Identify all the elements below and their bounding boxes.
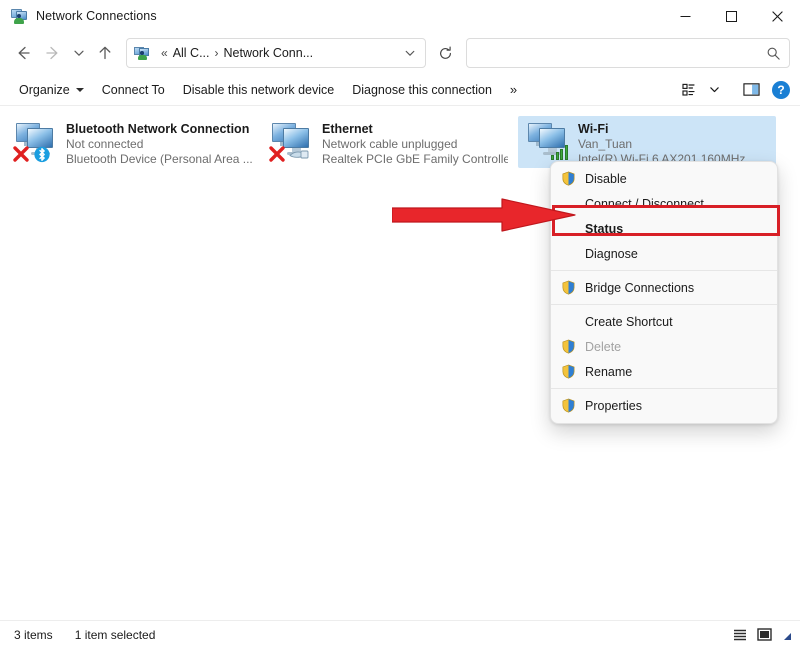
wifi-signal-icon xyxy=(551,144,569,160)
network-connections-icon xyxy=(10,7,28,25)
organize-label: Organize xyxy=(19,82,70,97)
chevron-down-icon xyxy=(75,87,84,92)
network-adapter-icon xyxy=(12,120,60,164)
menu-separator xyxy=(551,388,777,389)
menu-item-label: Diagnose xyxy=(585,246,638,261)
menu-item-delete: Delete xyxy=(551,334,777,359)
menu-separator xyxy=(551,270,777,271)
command-bar: Organize Connect To Disable this network… xyxy=(0,74,800,106)
maximize-button[interactable] xyxy=(708,0,754,32)
disconnected-x-icon xyxy=(268,145,286,163)
minimize-button[interactable] xyxy=(662,0,708,32)
menu-separator xyxy=(551,304,777,305)
network-adapter-icon xyxy=(524,120,572,164)
menu-item-status[interactable]: Status xyxy=(551,216,777,241)
ethernet-cable-icon xyxy=(288,148,310,161)
menu-item-create-shortcut[interactable]: Create Shortcut xyxy=(551,309,777,334)
menu-item-disable[interactable]: Disable xyxy=(551,166,777,191)
status-bar: 3 items 1 item selected xyxy=(0,620,800,648)
resize-grip[interactable] xyxy=(780,629,792,641)
up-button[interactable] xyxy=(90,38,120,68)
connection-name: Ethernet xyxy=(322,122,373,136)
item-count-label: 3 items xyxy=(14,627,53,642)
connection-status: Van_Tuan xyxy=(578,137,633,151)
breadcrumb-chevron-down-icon[interactable] xyxy=(399,41,421,65)
menu-item-connect-disconnect[interactable]: Connect / Disconnect xyxy=(551,191,777,216)
breadcrumb-current[interactable]: Network Conn... xyxy=(224,46,314,60)
menu-item-label: Bridge Connections xyxy=(585,280,695,295)
navigation-bar: « All C... › Network Conn... xyxy=(0,32,800,74)
address-bar[interactable]: « All C... › Network Conn... xyxy=(126,38,426,68)
connect-to-button[interactable]: Connect To xyxy=(93,78,174,102)
search-box[interactable] xyxy=(466,38,790,68)
caption-buttons xyxy=(662,0,800,32)
disable-network-device-button[interactable]: Disable this network device xyxy=(174,78,343,102)
context-menu: Disable Connect / Disconnect Status Diag… xyxy=(550,161,778,424)
menu-item-diagnose[interactable]: Diagnose xyxy=(551,241,777,266)
disconnected-x-icon xyxy=(12,145,30,163)
view-options-group: ? xyxy=(674,77,790,103)
large-icons-view-icon[interactable] xyxy=(752,624,776,646)
back-button[interactable] xyxy=(8,38,38,68)
refresh-button[interactable] xyxy=(430,38,460,68)
shield-icon xyxy=(559,398,577,413)
shield-icon xyxy=(559,171,577,186)
list-item-ethernet[interactable]: Ethernet Network cable unplugged Realtek… xyxy=(262,116,512,168)
breadcrumb-parent[interactable]: All C... xyxy=(173,46,210,60)
list-item-bluetooth[interactable]: Bluetooth Network Connection Not connect… xyxy=(6,116,256,168)
preview-pane-icon[interactable] xyxy=(736,77,766,103)
menu-item-rename[interactable]: Rename xyxy=(551,359,777,384)
menu-item-label: Delete xyxy=(585,339,622,354)
menu-item-label: Status xyxy=(585,221,624,236)
bluetooth-icon xyxy=(34,146,50,163)
details-view-icon[interactable] xyxy=(728,624,752,646)
window-title: Network Connections xyxy=(36,9,157,23)
recent-locations-chevron-down-icon[interactable] xyxy=(68,38,90,68)
connection-status: Network cable unplugged xyxy=(322,137,458,151)
shield-icon xyxy=(559,280,577,295)
breadcrumb-separator-icon: › xyxy=(214,46,219,60)
search-input[interactable] xyxy=(477,45,766,61)
menu-item-label: Properties xyxy=(585,398,642,413)
menu-item-label: Create Shortcut xyxy=(585,314,673,329)
connection-name: Bluetooth Network Connection xyxy=(66,122,250,136)
menu-item-label: Connect / Disconnect xyxy=(585,196,704,211)
toolbar-overflow-button[interactable]: » xyxy=(501,77,526,102)
shield-icon xyxy=(559,339,577,354)
layout-chevron-down-icon[interactable] xyxy=(704,77,724,103)
menu-item-label: Disable xyxy=(585,171,627,186)
close-button[interactable] xyxy=(754,0,800,32)
forward-button[interactable] xyxy=(38,38,68,68)
connection-device: Realtek PCIe GbE Family Controller xyxy=(322,152,508,166)
selection-label: 1 item selected xyxy=(74,627,156,642)
help-button[interactable]: ? xyxy=(772,80,790,99)
connection-device: Bluetooth Device (Personal Area ... xyxy=(66,152,252,166)
breadcrumb-network-icon xyxy=(134,45,150,61)
layout-view-icon[interactable] xyxy=(674,77,704,103)
network-adapter-icon xyxy=(268,120,316,164)
menu-item-properties[interactable]: Properties xyxy=(551,393,777,418)
title-bar: Network Connections xyxy=(0,0,800,32)
menu-item-bridge-connections[interactable]: Bridge Connections xyxy=(551,275,777,300)
search-icon[interactable] xyxy=(766,46,781,61)
menu-item-label: Rename xyxy=(585,364,633,379)
breadcrumb-overflow-icon[interactable]: « xyxy=(161,46,168,60)
connection-name: Wi-Fi xyxy=(578,122,609,136)
diagnose-connection-button[interactable]: Diagnose this connection xyxy=(343,78,501,102)
shield-icon xyxy=(559,364,577,379)
organize-button[interactable]: Organize xyxy=(10,78,93,102)
connection-status: Not connected xyxy=(66,137,144,151)
